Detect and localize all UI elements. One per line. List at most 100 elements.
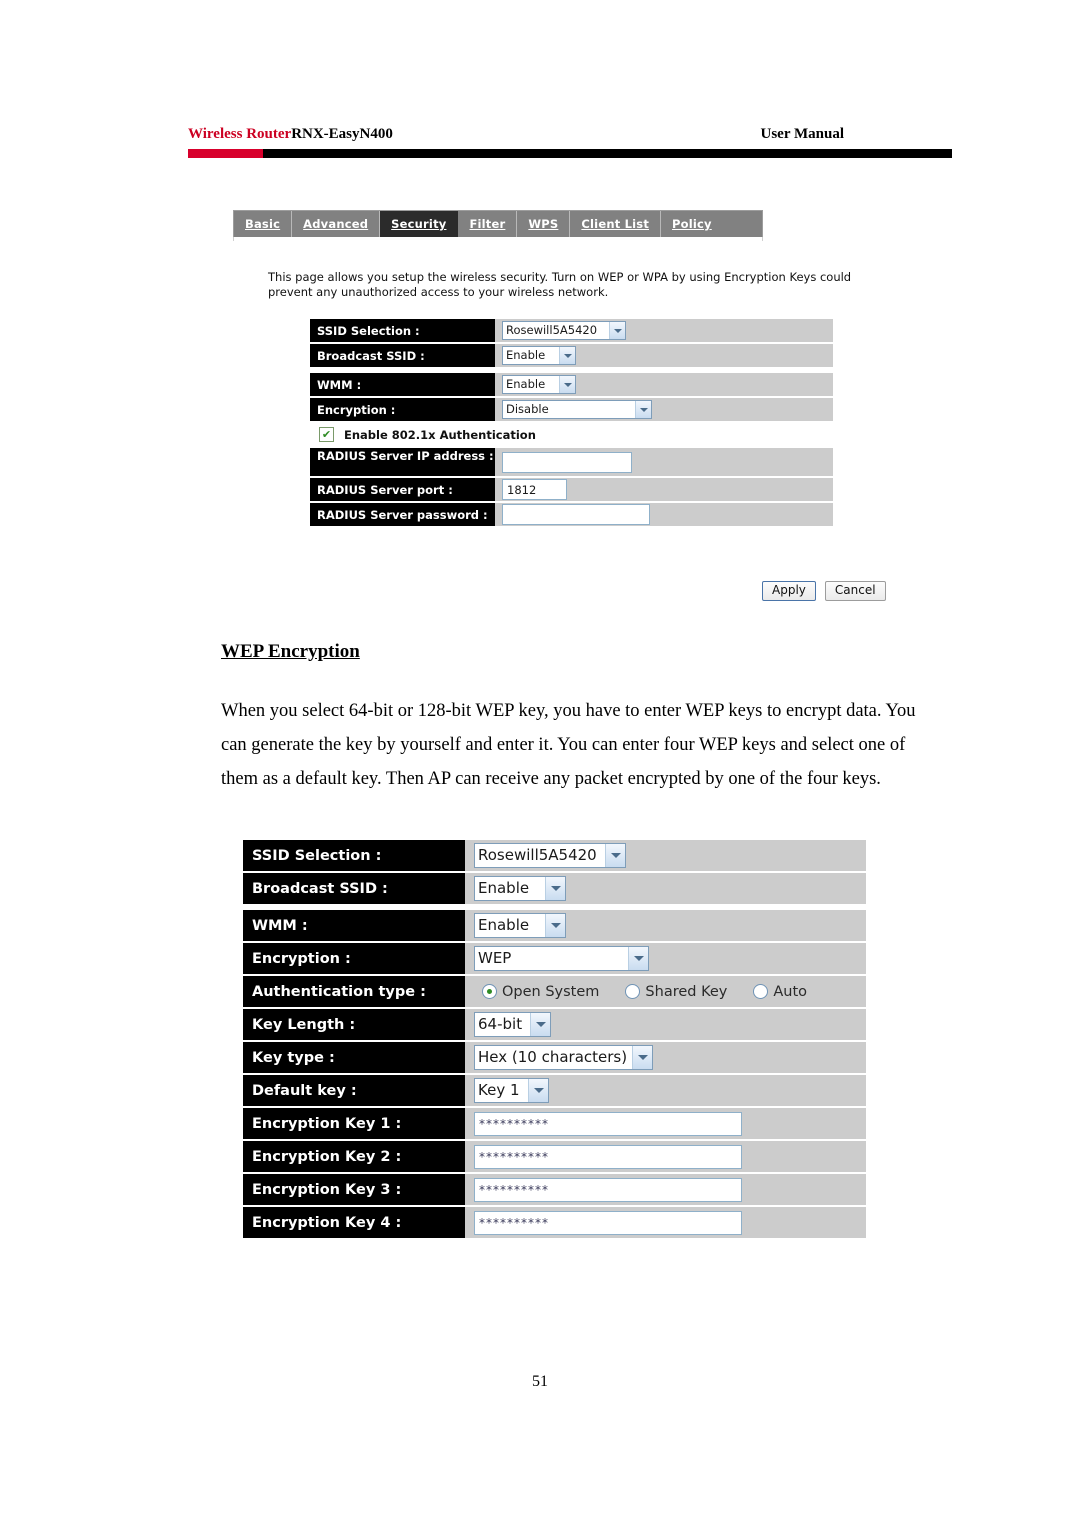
label-key-type: Key type :	[243, 1042, 465, 1073]
tab-client-list[interactable]: Client List	[570, 211, 662, 237]
chevron-down-icon	[632, 1046, 653, 1069]
value-encryption-key-4: **********	[465, 1207, 866, 1238]
label-ssid-selection: SSID Selection :	[243, 840, 465, 871]
chevron-down-icon	[605, 844, 625, 867]
header-divider-rule	[188, 149, 952, 158]
label-default-key: Default key :	[243, 1075, 465, 1106]
row-key-type: Key type : Hex (10 characters)	[243, 1042, 866, 1073]
tab-filter[interactable]: Filter	[458, 211, 518, 237]
label-broadcast-ssid: Broadcast SSID :	[243, 873, 465, 904]
encryption-key-1-input[interactable]: **********	[474, 1111, 742, 1136]
row-encryption-key-1: Encryption Key 1 : **********	[243, 1108, 866, 1139]
row-broadcast-ssid: Broadcast SSID : Enable	[310, 344, 833, 367]
radio-open-system[interactable]: Open System	[482, 984, 599, 1000]
value-encryption: Disable	[495, 398, 833, 421]
tab-filter-label: Filter	[469, 217, 506, 231]
nav-tabs: Basic Advanced Security Filter WPS Clien…	[233, 210, 763, 237]
wmm-dropdown[interactable]: Enable	[502, 375, 576, 394]
broadcast-ssid-dropdown[interactable]: Enable	[502, 346, 576, 365]
radius-password-input[interactable]	[502, 504, 650, 525]
row-encryption: Encryption : Disable	[310, 398, 833, 421]
label-encryption-key-2: Encryption Key 2 :	[243, 1141, 465, 1172]
row-encryption-key-4: Encryption Key 4 : **********	[243, 1207, 866, 1238]
chevron-down-icon	[609, 322, 625, 339]
value-wmm: Enable	[495, 373, 833, 396]
encryption-value: Disable	[506, 401, 549, 416]
row-ssid-selection: SSID Selection : Rosewill5A5420	[310, 319, 833, 342]
chevron-down-icon	[559, 347, 575, 364]
cancel-button[interactable]: Cancel	[824, 581, 886, 602]
apply-button[interactable]: Apply	[762, 581, 816, 602]
radius-ip-input[interactable]	[502, 451, 632, 473]
row-default-key: Default key : Key 1	[243, 1075, 866, 1106]
radius-port-input[interactable]: 1812	[502, 479, 567, 500]
label-encryption-key-4: Encryption Key 4 :	[243, 1207, 465, 1238]
label-ssid-selection: SSID Selection :	[310, 319, 495, 342]
row-enable-8021x[interactable]: ✔ Enable 802.1x Authentication	[310, 423, 833, 446]
chevron-down-icon	[528, 1079, 548, 1102]
row-encryption-key-2: Encryption Key 2 : **********	[243, 1141, 866, 1172]
section-heading-wep-encryption: WEP Encryption	[221, 641, 360, 662]
value-radius-port: 1812	[495, 478, 833, 501]
chevron-down-icon	[530, 1013, 550, 1036]
tab-advanced-label: Advanced	[303, 217, 369, 231]
value-encryption: WEP	[465, 943, 866, 974]
row-key-length: Key Length : 64-bit	[243, 1009, 866, 1040]
broadcast-ssid-dropdown[interactable]: Enable	[474, 876, 566, 901]
security-page-description: This page allows you setup the wireless …	[268, 270, 852, 299]
wmm-dropdown[interactable]: Enable	[474, 913, 566, 938]
encryption-key-2-input[interactable]: **********	[474, 1144, 742, 1169]
ssid-selection-dropdown[interactable]: Rosewill5A5420	[474, 843, 626, 868]
row-encryption: Encryption : WEP	[243, 943, 866, 974]
label-wmm: WMM :	[243, 910, 465, 941]
label-key-length: Key Length :	[243, 1009, 465, 1040]
radio-auto[interactable]: Auto	[753, 984, 807, 1000]
default-key-dropdown[interactable]: Key 1	[474, 1078, 549, 1103]
value-default-key: Key 1	[465, 1075, 866, 1106]
wmm-value: Enable	[506, 376, 546, 391]
ssid-selection-dropdown[interactable]: Rosewill5A5420	[502, 321, 626, 340]
row-ssid-selection: SSID Selection : Rosewill5A5420	[243, 840, 866, 871]
encryption-dropdown[interactable]: WEP	[474, 946, 649, 971]
section-body-text: When you select 64-bit or 128-bit WEP ke…	[221, 701, 916, 789]
encryption-value: WEP	[478, 949, 512, 967]
tab-underbar	[233, 237, 763, 241]
value-radius-password	[495, 503, 833, 526]
checkbox-enable-8021x[interactable]: ✔	[319, 427, 334, 442]
encryption-key-3-input[interactable]: **********	[474, 1177, 742, 1202]
check-icon: ✔	[321, 428, 332, 441]
header-product-title: Wireless RouterRNX-EasyN400	[188, 126, 393, 143]
value-broadcast-ssid: Enable	[495, 344, 833, 367]
value-key-length: 64-bit	[465, 1009, 866, 1040]
form-action-buttons: Apply Cancel	[762, 581, 886, 602]
row-radius-ip: RADIUS Server IP address :	[310, 448, 833, 476]
label-radius-port: RADIUS Server port :	[310, 478, 495, 501]
value-wmm: Enable	[465, 910, 866, 941]
value-ssid-selection: Rosewill5A5420	[495, 319, 833, 342]
encryption-key-4-input[interactable]: **********	[474, 1210, 742, 1235]
label-encryption-key-1: Encryption Key 1 :	[243, 1108, 465, 1139]
value-encryption-key-1: **********	[465, 1108, 866, 1139]
key-length-dropdown[interactable]: 64-bit	[474, 1012, 551, 1037]
encryption-dropdown[interactable]: Disable	[502, 400, 652, 419]
broadcast-ssid-value: Enable	[478, 879, 530, 897]
ssid-selection-value: Rosewill5A5420	[506, 322, 598, 337]
label-wmm: WMM :	[310, 373, 495, 396]
row-wmm: WMM : Enable	[243, 910, 866, 941]
value-ssid-selection: Rosewill5A5420	[465, 840, 866, 871]
label-radius-password: RADIUS Server password :	[310, 503, 495, 526]
tab-basic[interactable]: Basic	[234, 211, 293, 237]
tab-policy[interactable]: Policy	[661, 211, 723, 237]
default-key-value: Key 1	[478, 1081, 520, 1099]
tab-security[interactable]: Security	[380, 211, 459, 237]
radio-shared-key[interactable]: Shared Key	[625, 984, 727, 1000]
value-encryption-key-2: **********	[465, 1141, 866, 1172]
tab-advanced[interactable]: Advanced	[292, 211, 381, 237]
tab-client-list-label: Client List	[581, 217, 650, 231]
row-broadcast-ssid: Broadcast SSID : Enable	[243, 873, 866, 904]
chevron-down-icon	[635, 401, 651, 418]
tab-wps[interactable]: WPS	[517, 211, 571, 237]
key-type-dropdown[interactable]: Hex (10 characters)	[474, 1045, 654, 1070]
value-key-type: Hex (10 characters)	[465, 1042, 866, 1073]
tab-basic-label: Basic	[245, 217, 281, 231]
